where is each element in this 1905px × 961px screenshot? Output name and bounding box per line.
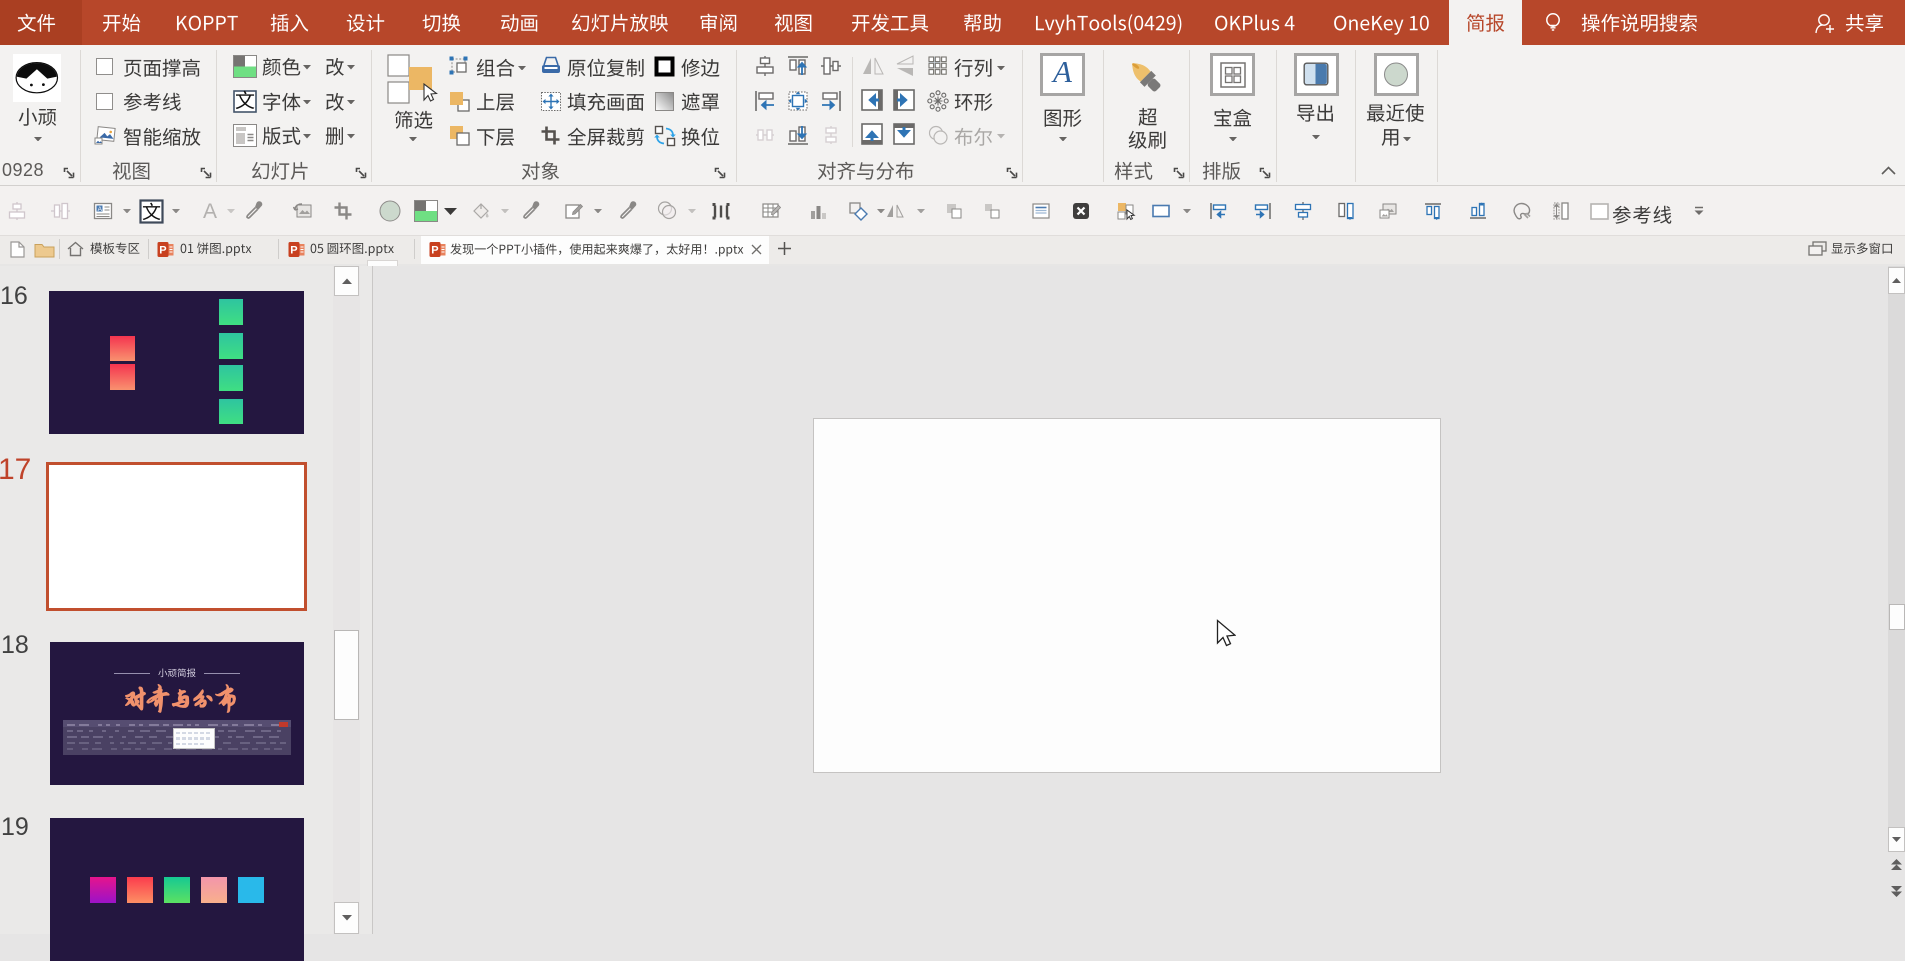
svg-text:A: A [203,200,217,222]
svg-text:P: P [431,245,438,257]
svg-text:P: P [159,245,166,257]
svg-text:A: A [98,206,103,213]
svg-text:P: P [290,245,297,257]
